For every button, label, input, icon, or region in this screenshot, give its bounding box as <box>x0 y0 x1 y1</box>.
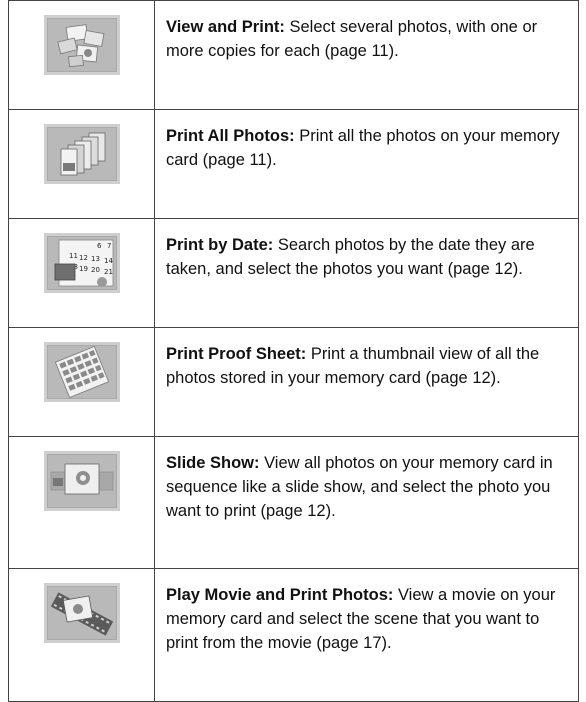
menu-row-title: View and Print: <box>166 18 285 36</box>
print-proof-sheet-icon <box>43 342 120 402</box>
menu-row-title: Print All Photos: <box>166 127 295 145</box>
calendar-number: 21 <box>104 268 113 276</box>
slide-show-icon <box>43 451 120 511</box>
menu-row-text: Print Proof Sheet: Print a thumbnail vie… <box>155 328 578 436</box>
print-all-photos-icon <box>43 124 120 184</box>
icon-cell <box>9 437 155 568</box>
menu-row-play-movie: Play Movie and Print Photos: View a movi… <box>9 568 578 701</box>
print-by-date-icon: 6 7 11 12 13 14 18 19 20 21 <box>43 233 120 293</box>
menu-row-text: Slide Show: View all photos on your memo… <box>155 437 578 568</box>
icon-cell <box>9 328 155 436</box>
menu-row-title: Slide Show: <box>166 454 260 472</box>
menu-row-title: Print Proof Sheet: <box>166 345 307 363</box>
view-and-print-icon <box>43 15 120 75</box>
menu-row-print-all-photos: Print All Photos: Print all the photos o… <box>9 109 578 218</box>
menu-row-print-proof-sheet: Print Proof Sheet: Print a thumbnail vie… <box>9 327 578 436</box>
menu-row-view-and-print: View and Print: Select several photos, w… <box>9 1 578 109</box>
icon-cell <box>9 110 155 218</box>
menu-table: View and Print: Select several photos, w… <box>8 0 579 702</box>
icon-cell <box>9 1 155 109</box>
menu-row-text: Print All Photos: Print all the photos o… <box>155 110 578 218</box>
calendar-number: 20 <box>91 266 100 274</box>
menu-row-print-by-date: 6 7 11 12 13 14 18 19 20 21 Print by Dat… <box>9 218 578 327</box>
menu-row-text: Play Movie and Print Photos: View a movi… <box>155 569 578 701</box>
menu-row-title: Print by Date: <box>166 236 274 254</box>
calendar-number: 11 <box>69 252 78 260</box>
calendar-number: 12 <box>79 254 88 262</box>
calendar-number: 7 <box>107 242 111 250</box>
icon-cell <box>9 569 155 701</box>
menu-row-text: View and Print: Select several photos, w… <box>155 1 578 109</box>
menu-row-title: Play Movie and Print Photos: <box>166 586 394 604</box>
calendar-number: 6 <box>97 242 102 250</box>
play-movie-icon <box>43 583 120 643</box>
calendar-number: 14 <box>104 257 113 265</box>
menu-row-slide-show: Slide Show: View all photos on your memo… <box>9 436 578 568</box>
calendar-number: 13 <box>91 255 100 263</box>
menu-row-text: Print by Date: Search photos by the date… <box>155 219 578 327</box>
icon-cell: 6 7 11 12 13 14 18 19 20 21 <box>9 219 155 327</box>
calendar-number: 19 <box>79 265 88 273</box>
